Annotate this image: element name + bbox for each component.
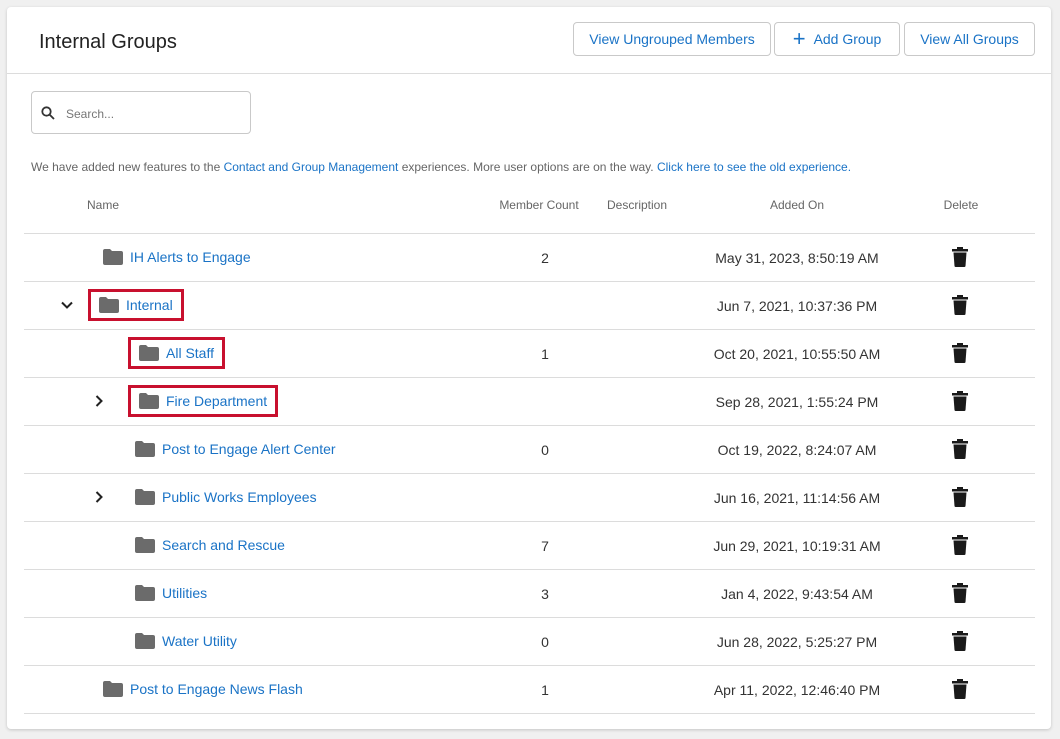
trash-icon[interactable] xyxy=(952,631,968,651)
notice-text: We have added new features to the Contac… xyxy=(31,160,851,174)
member-count: 2 xyxy=(541,250,549,266)
added-on: Oct 20, 2021, 10:55:50 AM xyxy=(713,346,881,362)
group-link[interactable]: Post to Engage Alert Center xyxy=(135,433,336,465)
add-group-label: Add Group xyxy=(813,31,882,47)
added-on: Jun 29, 2021, 10:19:31 AM xyxy=(713,538,881,554)
old-experience-link[interactable]: Click here to see the old experience. xyxy=(657,160,851,174)
trash-icon[interactable] xyxy=(952,247,968,267)
search-box xyxy=(31,91,251,134)
column-header-added-on[interactable]: Added On xyxy=(707,198,887,212)
column-header-name[interactable]: Name xyxy=(87,198,119,212)
chevron-right-icon[interactable] xyxy=(92,490,106,504)
member-count: 0 xyxy=(541,442,549,458)
chevron-right-icon[interactable] xyxy=(92,394,106,408)
member-count: 1 xyxy=(541,682,549,698)
group-name: Internal xyxy=(126,297,173,313)
trash-icon[interactable] xyxy=(952,487,968,507)
folder-icon xyxy=(135,585,155,601)
chevron-down-icon[interactable] xyxy=(60,298,74,312)
internal-groups-card: Internal Groups View Ungrouped Members +… xyxy=(7,7,1051,729)
trash-icon[interactable] xyxy=(952,391,968,411)
group-name: Search and Rescue xyxy=(162,537,285,553)
trash-icon[interactable] xyxy=(952,679,968,699)
folder-icon xyxy=(135,489,155,505)
column-header-delete: Delete xyxy=(943,198,979,212)
column-header-member-count[interactable]: Member Count xyxy=(485,198,593,212)
trash-icon[interactable] xyxy=(952,295,968,315)
view-all-groups-button[interactable]: View All Groups xyxy=(904,22,1035,56)
group-name: Post to Engage Alert Center xyxy=(162,441,336,457)
group-link[interactable]: Post to Engage News Flash xyxy=(103,673,303,705)
member-count: 1 xyxy=(541,346,549,362)
table-row: Post to Engage Alert Center 0 Oct 19, 2022… xyxy=(24,426,1035,474)
contact-group-management-link[interactable]: Contact and Group Management xyxy=(224,160,399,174)
group-name: All Staff xyxy=(166,345,214,361)
folder-icon xyxy=(139,345,159,361)
table-row: Public Works Employees Jun 16, 2021, 11:1… xyxy=(24,474,1035,522)
added-on: Sep 28, 2021, 1:55:24 PM xyxy=(715,394,879,410)
folder-icon xyxy=(99,297,119,313)
added-on: Jun 7, 2021, 10:37:36 PM xyxy=(716,298,878,314)
trash-icon[interactable] xyxy=(952,439,968,459)
view-ungrouped-members-button[interactable]: View Ungrouped Members xyxy=(573,22,771,56)
folder-icon xyxy=(135,537,155,553)
table-row: All Staff 1 Oct 20, 2021, 10:55:50 AM xyxy=(24,330,1035,378)
folder-icon xyxy=(103,249,123,265)
table-row: Utilities 3 Jan 4, 2022, 9:43:54 AM xyxy=(24,570,1035,618)
notice-middle: experiences. More user options are on th… xyxy=(398,160,657,174)
folder-icon xyxy=(139,393,159,409)
add-group-button[interactable]: + Add Group xyxy=(774,22,900,56)
member-count: 0 xyxy=(541,634,549,650)
trash-icon[interactable] xyxy=(952,583,968,603)
added-on: May 31, 2023, 8:50:19 AM xyxy=(715,250,879,266)
column-header-description[interactable]: Description xyxy=(607,198,667,212)
folder-icon xyxy=(135,633,155,649)
group-link[interactable]: All Staff xyxy=(128,337,225,369)
group-name: Public Works Employees xyxy=(162,489,317,505)
table-row: Internal Jun 7, 2021, 10:37:36 PM xyxy=(24,282,1035,330)
table-row: IH Alerts to Engage 2 May 31, 2023, 8:50:1… xyxy=(24,234,1035,282)
group-name: IH Alerts to Engage xyxy=(130,249,251,265)
added-on: Jun 28, 2022, 5:25:27 PM xyxy=(716,634,878,650)
added-on: Oct 19, 2022, 8:24:07 AM xyxy=(717,442,877,458)
member-count: 3 xyxy=(541,586,549,602)
group-link[interactable]: Search and Rescue xyxy=(135,529,285,561)
notice-prefix: We have added new features to the xyxy=(31,160,224,174)
table-row: Water Utility 0 Jun 28, 2022, 5:25:27 PM xyxy=(24,618,1035,666)
table-row: Post to Engage News Flash 1 Apr 11, 2022, … xyxy=(24,666,1035,714)
added-on: Jun 16, 2021, 11:14:56 AM xyxy=(713,490,881,506)
search-input[interactable] xyxy=(64,102,248,126)
group-link[interactable]: Public Works Employees xyxy=(135,481,317,513)
trash-icon[interactable] xyxy=(952,343,968,363)
member-count: 7 xyxy=(541,538,549,554)
group-link[interactable]: Internal xyxy=(88,289,184,321)
folder-icon xyxy=(103,681,123,697)
added-on: Apr 11, 2022, 12:46:40 PM xyxy=(713,682,881,698)
group-link[interactable]: Fire Department xyxy=(128,385,279,417)
group-link[interactable]: Water Utility xyxy=(135,625,237,657)
table-row: Search and Rescue 7 Jun 29, 2021, 10:19:31… xyxy=(24,522,1035,570)
folder-icon xyxy=(135,441,155,457)
table-row: Fire Department Sep 28, 2021, 1:55:24 PM xyxy=(24,378,1035,426)
page-title: Internal Groups xyxy=(39,31,177,53)
group-name: Fire Department xyxy=(166,393,268,409)
groups-table-body: IH Alerts to Engage 2 May 31, 2023, 8:50:1… xyxy=(24,233,1035,714)
group-name: Water Utility xyxy=(162,633,237,649)
trash-icon[interactable] xyxy=(952,535,968,555)
group-name: Post to Engage News Flash xyxy=(130,681,303,697)
group-link[interactable]: Utilities xyxy=(135,577,207,609)
plus-icon: + xyxy=(792,26,806,51)
added-on: Jan 4, 2022, 9:43:54 AM xyxy=(721,586,873,602)
group-name: Utilities xyxy=(162,585,208,601)
card-header: Internal Groups View Ungrouped Members +… xyxy=(7,7,1051,74)
group-link[interactable]: IH Alerts to Engage xyxy=(103,241,251,273)
search-icon xyxy=(41,106,55,120)
